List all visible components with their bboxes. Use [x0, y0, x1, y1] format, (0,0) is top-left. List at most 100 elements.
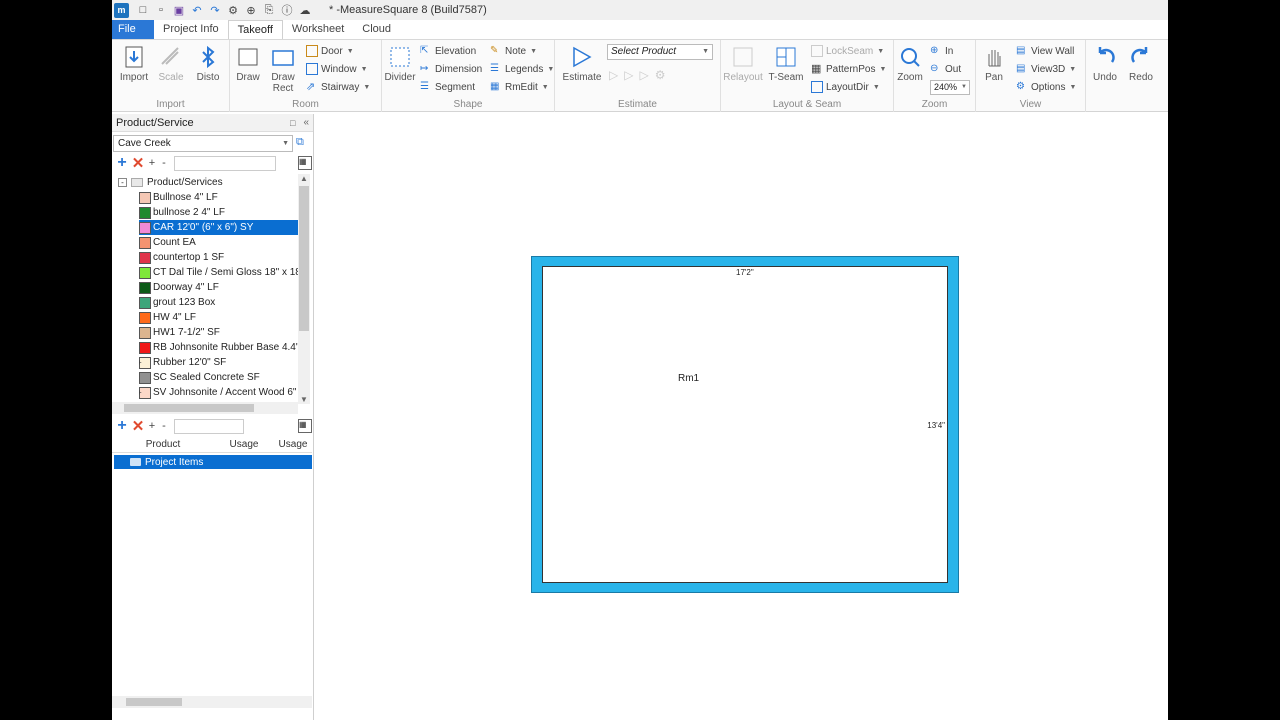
draw-button[interactable]: Draw [230, 44, 266, 83]
redo-icon[interactable]: ↷ [207, 2, 223, 18]
disto-button[interactable]: Disto [190, 44, 226, 83]
manage-catalog-icon[interactable]: ⧉ [296, 136, 310, 150]
undo-icon[interactable]: ↶ [189, 2, 205, 18]
zoom-level-combo[interactable]: 240% ▼ [930, 80, 970, 95]
tree-item[interactable]: Bullnose 4" LF [139, 190, 298, 205]
tree-item[interactable]: CAR 12'0" (6" x 6") SY [139, 220, 298, 235]
door-button[interactable]: Door ▼ [306, 43, 354, 59]
zoom-out-button[interactable]: ⊖ Out [930, 61, 961, 77]
patternpos-button[interactable]: ▦ PatternPos ▼ [811, 61, 886, 77]
layoutdir-button[interactable]: LayoutDir ▼ [811, 79, 880, 95]
zoom-in-button[interactable]: ⊕ In [930, 43, 953, 59]
pin-icon[interactable]: □ [290, 118, 295, 128]
play-icon[interactable]: ▷ [609, 68, 624, 82]
horizontal-scrollbar[interactable] [112, 696, 312, 708]
scroll-thumb[interactable] [299, 186, 309, 331]
scroll-thumb[interactable] [126, 698, 182, 706]
new-icon[interactable]: □ [135, 2, 151, 18]
tree-item[interactable]: + Rubber 12'0" SF [139, 355, 298, 370]
delete-icon[interactable]: ✕ [130, 417, 146, 435]
collapse-icon[interactable]: « [303, 117, 309, 128]
window-button[interactable]: Window ▼ [306, 61, 368, 77]
save-icon[interactable]: ▣ [171, 2, 187, 18]
add-icon[interactable]: + [114, 417, 130, 435]
tab-file[interactable]: File [112, 20, 154, 39]
items-search-input[interactable] [174, 418, 244, 434]
add-icon[interactable]: + [114, 154, 130, 172]
zoom-button[interactable]: Zoom [894, 44, 926, 83]
tree-item[interactable]: Doorway 4" LF [139, 280, 298, 295]
tab-cloud[interactable]: Cloud [353, 20, 400, 39]
tree-item[interactable]: SC Sealed Concrete SF [139, 370, 298, 385]
stairway-button[interactable]: ⇗ Stairway ▼ [306, 79, 370, 95]
tree-item[interactable]: HW 4" LF [139, 310, 298, 325]
step-icon[interactable]: ▷ [624, 68, 639, 82]
tab-project-info[interactable]: Project Info [154, 20, 228, 39]
column-usage[interactable]: Usage [214, 437, 274, 452]
column-product[interactable]: Product [112, 437, 214, 452]
settings-icon[interactable]: ⚙ [655, 68, 672, 82]
segment-button[interactable]: ☰ Segment [420, 79, 475, 95]
note-button[interactable]: ✎ Note ▼ [490, 43, 537, 59]
relayout-button[interactable]: Relayout [723, 44, 763, 83]
view3d-button[interactable]: ▤ View3D ▼ [1016, 61, 1076, 77]
collapse-all-icon[interactable]: - [158, 420, 170, 432]
draw-rect-button[interactable]: Draw Rect [265, 44, 301, 94]
cloud-icon[interactable]: ☁ [297, 2, 313, 18]
tree-item[interactable]: RB Johnsonite Rubber Base 4.4" LF [139, 340, 298, 355]
expand-all-icon[interactable]: + [146, 420, 158, 432]
column-usage-2[interactable]: Usage [274, 437, 312, 452]
scroll-down-icon[interactable]: ▼ [300, 395, 308, 404]
project-items-row[interactable]: Project Items [114, 455, 312, 469]
help-icon[interactable]: ⓘ [279, 2, 295, 18]
scale-button[interactable]: Scale [153, 44, 189, 83]
tseam-button[interactable]: T-Seam [767, 44, 805, 83]
tree-item[interactable]: Count EA [139, 235, 298, 250]
room-shape[interactable]: 17'2" 13'4" Rm1 [531, 256, 959, 593]
collapse-node-icon[interactable]: - [118, 177, 127, 187]
delete-icon[interactable]: ✕ [130, 154, 146, 172]
view-wall-button[interactable]: ▤ View Wall [1016, 43, 1074, 59]
undo-button[interactable]: Undo [1088, 44, 1122, 83]
tree-item[interactable]: countertop 1 SF [139, 250, 298, 265]
print-icon[interactable]: ⎘ [261, 2, 277, 18]
link-icon[interactable]: ⊕ [243, 2, 259, 18]
vertical-scrollbar[interactable]: ▲ ▼ [298, 174, 310, 404]
grid-view-icon[interactable]: ▦ [298, 156, 312, 170]
select-product-dropdown[interactable]: Select Product ▼ [607, 44, 713, 60]
tree-item[interactable]: CT Dal Tile / Semi Gloss 18" x 18" [139, 265, 298, 280]
tab-worksheet[interactable]: Worksheet [283, 20, 353, 39]
drawing-canvas[interactable]: 17'2" 13'4" Rm1 [316, 114, 1168, 720]
scroll-thumb[interactable] [124, 404, 254, 412]
scroll-up-icon[interactable]: ▲ [300, 174, 308, 183]
collapse-all-icon[interactable]: - [158, 157, 170, 169]
expand-all-icon[interactable]: + [146, 157, 158, 169]
redo-button[interactable]: Redo [1124, 44, 1158, 83]
elevation-button[interactable]: ⇱ Elevation [420, 43, 476, 59]
lockseam-button[interactable]: LockSeam ▼ [811, 43, 884, 59]
horizontal-scrollbar[interactable] [112, 402, 298, 414]
dimension-button[interactable]: ↦ Dimension [420, 61, 482, 77]
expand-node-icon[interactable]: + [139, 388, 142, 397]
settings-icon[interactable]: ⚙ [225, 2, 241, 18]
estimate-button[interactable]: Estimate [561, 44, 603, 83]
tree-item[interactable]: + SV Johnsonite / Accent Wood 6" [139, 385, 298, 400]
import-button[interactable]: Import [116, 44, 152, 83]
fast-forward-icon[interactable]: ▷ [639, 68, 654, 82]
tree-item[interactable]: bullnose 2 4" LF [139, 205, 298, 220]
pan-button[interactable]: Pan [978, 44, 1010, 83]
tree-item[interactable]: HW1 7-1/2" SF [139, 325, 298, 340]
tab-takeoff[interactable]: Takeoff [227, 20, 283, 39]
expand-node-icon[interactable]: + [139, 358, 142, 367]
legends-button[interactable]: ☰ Legends ▼ [490, 61, 554, 77]
tree-root[interactable]: - Product/Services [118, 175, 223, 189]
rmedit-button[interactable]: ▦ RmEdit ▼ [490, 79, 549, 95]
product-set-dropdown[interactable]: Cave Creek ▼ [113, 135, 293, 152]
open-icon[interactable]: ▫ [153, 2, 169, 18]
tree-item[interactable]: grout 123 Box [139, 295, 298, 310]
product-search-input[interactable] [174, 155, 276, 171]
room-floor[interactable]: 17'2" 13'4" Rm1 [542, 266, 948, 583]
app-logo-icon[interactable]: m [114, 2, 129, 18]
divider-button[interactable]: Divider [382, 44, 418, 83]
grid-view-icon[interactable]: ▦ [298, 419, 312, 433]
